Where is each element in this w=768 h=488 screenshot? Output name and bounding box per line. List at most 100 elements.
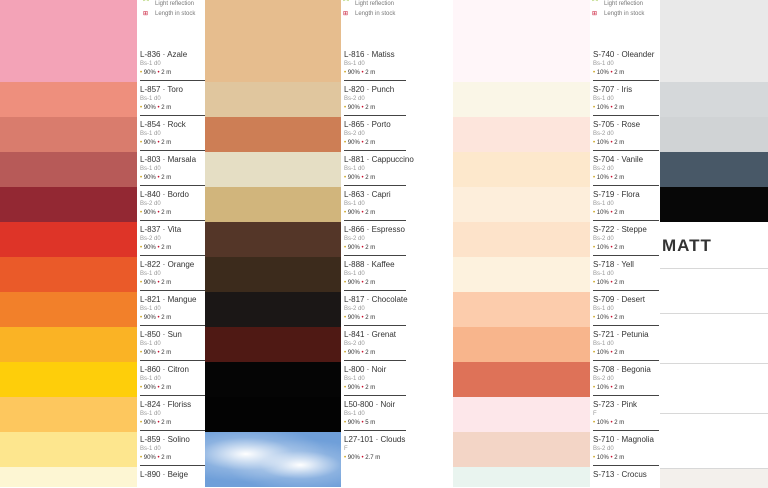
length-in-stock-value: 2 m [612, 210, 625, 216]
swatch-label: S-709 · Desert Bs-1 d0 • 10% • 2 m [593, 295, 645, 323]
label-divider [593, 465, 659, 466]
color-swatch[interactable] [453, 187, 590, 222]
swatch-label: L-866 · Espresso Bs-2 d0 • 90% • 2 m [344, 225, 405, 253]
color-swatch[interactable] [0, 397, 137, 432]
swatch-label: L-803 · Marsala Bs-1 d0 • 90% • 2 m [140, 155, 196, 183]
fire-rating: Bs-2 d0 [344, 341, 365, 347]
swatch-label: S-704 · Vanile Bs-2 d0 • 10% • 2 m [593, 155, 643, 183]
color-swatch[interactable] [660, 152, 768, 187]
color-swatch[interactable] [453, 117, 590, 152]
swatch-label: L-817 · Chocolate Bs-2 d0 • 90% • 2 m [344, 295, 408, 323]
color-swatch[interactable] [205, 292, 341, 327]
fire-rating: Bs-2 d0 [593, 376, 614, 382]
color-swatch[interactable] [453, 397, 590, 432]
color-swatch[interactable] [0, 82, 137, 117]
label-divider [593, 395, 659, 396]
swatch-name: S-710 · Magnolia [593, 435, 654, 444]
label-divider [593, 290, 659, 291]
fire-rating: Bs-2 d0 [593, 166, 614, 172]
color-swatch[interactable] [660, 117, 768, 152]
label-divider [344, 290, 406, 291]
swatch-stats: • 90% • 2 m [344, 104, 394, 113]
swatch-name: L-850 · Sun [140, 330, 182, 339]
color-swatch[interactable] [0, 432, 137, 467]
color-swatch[interactable] [453, 292, 590, 327]
swatch-label: S-719 · Flora Bs-1 d0 • 10% • 2 m [593, 190, 640, 218]
color-swatch[interactable] [205, 117, 341, 152]
fire-rating: Bs-1 d0 [140, 131, 161, 137]
color-swatch[interactable] [453, 257, 590, 292]
color-swatch[interactable] [205, 152, 341, 187]
fire-rating: Bs-1 d0 [344, 61, 365, 67]
color-swatch[interactable] [0, 292, 137, 327]
color-swatch[interactable] [205, 327, 341, 362]
color-swatch[interactable] [0, 222, 137, 257]
color-swatch[interactable] [205, 257, 341, 292]
fire-rating: Bs-2 d0 [593, 131, 614, 137]
color-swatch[interactable] [205, 82, 341, 117]
color-swatch[interactable] [660, 82, 768, 117]
color-swatch[interactable] [205, 222, 341, 257]
light-reflection-value: 10% [595, 70, 611, 76]
swatch-name: L50-800 · Noir [344, 400, 396, 409]
fire-rating: Bs-1 d0 [140, 376, 161, 382]
color-swatch[interactable] [0, 117, 137, 152]
color-swatch[interactable] [0, 362, 137, 397]
color-swatch[interactable] [205, 187, 341, 222]
color-swatch[interactable] [453, 467, 590, 487]
color-swatch[interactable] [205, 0, 341, 82]
length-in-stock-value: 2 m [612, 420, 625, 426]
length-in-stock-value: 2 m [363, 175, 376, 181]
color-swatch[interactable] [0, 0, 137, 82]
color-swatch[interactable] [660, 0, 768, 82]
fire-rating: Bs-1 d0 [593, 341, 614, 347]
color-swatch[interactable] [205, 362, 341, 397]
color-swatch[interactable] [453, 327, 590, 362]
length-in-stock-icon: ⊞ [143, 11, 149, 17]
swatch-stats: • 10% • 2 m [593, 349, 649, 358]
light-reflection-value: 90% [142, 105, 158, 111]
label-divider [140, 395, 205, 396]
length-in-stock-value: 2 m [612, 70, 625, 76]
color-swatch[interactable] [453, 362, 590, 397]
label-divider [140, 255, 205, 256]
swatch-name: L-890 · Beige [140, 470, 189, 479]
swatch-name: L-881 · Cappuccino [344, 155, 414, 164]
color-swatch[interactable] [0, 152, 137, 187]
color-swatch[interactable] [0, 257, 137, 292]
color-swatch[interactable] [0, 327, 137, 362]
light-reflection-value: 10% [595, 350, 611, 356]
label-divider [344, 185, 406, 186]
length-in-stock-value: 2 m [612, 105, 625, 111]
swatch-stats: • 10% • 2 m [593, 419, 637, 428]
color-swatch[interactable] [453, 432, 590, 467]
length-in-stock-value: 2 m [363, 210, 376, 216]
color-swatch[interactable] [205, 432, 341, 487]
swatch-name: L-859 · Solino [140, 435, 190, 444]
color-swatch[interactable] [453, 152, 590, 187]
color-swatch[interactable] [0, 187, 137, 222]
length-in-stock-value: 2 m [363, 105, 376, 111]
light-reflection-value: 90% [142, 315, 158, 321]
fire-rating: F [593, 411, 597, 417]
swatch-stats: • 90% • 2 m [140, 104, 183, 113]
color-swatch[interactable] [453, 0, 590, 82]
label-divider [140, 290, 205, 291]
length-in-stock-value: 2 m [159, 210, 172, 216]
fire-rating: Bs-1 d0 [344, 271, 365, 277]
light-reflection-value: 10% [595, 140, 611, 146]
light-reflection-value: 90% [142, 385, 158, 391]
swatch-stats: • 90% • 2 m [140, 384, 189, 393]
light-reflection-value: 90% [142, 455, 158, 461]
color-swatch[interactable] [453, 222, 590, 257]
length-in-stock-value: 2 m [612, 280, 625, 286]
swatch-label: L-857 · Toro Bs-1 d0 • 90% • 2 m [140, 85, 183, 113]
color-swatch[interactable] [453, 82, 590, 117]
color-swatch[interactable] [0, 467, 137, 487]
swatch-stats: • 10% • 2 m [593, 139, 640, 148]
light-reflection-value: 90% [142, 210, 158, 216]
light-reflection-icon: ⌒ [592, 1, 599, 7]
color-swatch[interactable] [205, 397, 341, 432]
color-swatch[interactable] [660, 187, 768, 222]
label-divider [344, 360, 406, 361]
